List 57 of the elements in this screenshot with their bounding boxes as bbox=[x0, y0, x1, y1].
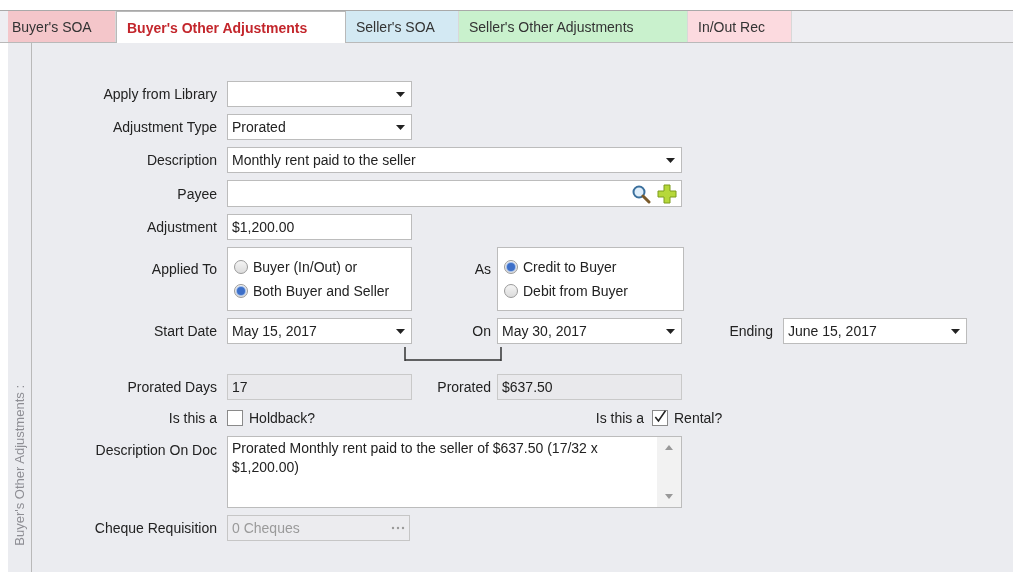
description-on-doc-field[interactable]: Prorated Monthly rent paid to the seller of $637.50 (17/32 x $1,200.00) bbox=[227, 436, 682, 508]
caret-icon bbox=[666, 157, 675, 163]
scroll-up-arrow-icon[interactable] bbox=[665, 445, 673, 450]
field-label: Is this a bbox=[167, 410, 218, 426]
field-label: Description bbox=[145, 152, 218, 168]
tab[interactable]: Seller's Other Adjustments bbox=[459, 11, 688, 42]
payee-field[interactable] bbox=[227, 180, 682, 207]
field-label: Cheque Requisition bbox=[93, 520, 218, 536]
caret-icon bbox=[396, 124, 405, 130]
adjustment-field[interactable]: $1,200.00 bbox=[227, 214, 412, 240]
tab[interactable]: Seller's SOA bbox=[346, 11, 459, 42]
field-label: Payee bbox=[176, 185, 218, 202]
radio-button[interactable] bbox=[234, 284, 248, 298]
side-panel-label: Buyer's Other Adjustments : bbox=[12, 385, 27, 546]
dropdown-field[interactable]: May 15, 2017 bbox=[227, 318, 412, 344]
radio-label: Debit from Buyer bbox=[523, 283, 629, 299]
radio-button[interactable] bbox=[504, 260, 518, 274]
dropdown-field[interactable]: June 15, 2017 bbox=[783, 318, 967, 344]
checkbox[interactable] bbox=[227, 410, 243, 426]
scrollbar[interactable] bbox=[657, 437, 681, 507]
field-label: Start Date bbox=[152, 323, 218, 339]
dropdown-field[interactable]: Prorated bbox=[227, 114, 412, 140]
field-label: Prorated bbox=[436, 379, 492, 395]
field-label: Ending bbox=[728, 323, 774, 339]
field-label: Is this a bbox=[594, 410, 645, 426]
tab[interactable]: Buyer's SOA bbox=[8, 11, 116, 42]
caret-icon bbox=[951, 328, 960, 334]
dropdown-field[interactable] bbox=[227, 81, 412, 107]
prorated-amount-field: $637.50 bbox=[497, 374, 682, 400]
field-label: Adjustment bbox=[145, 219, 218, 235]
radio-label: Credit to Buyer bbox=[523, 259, 617, 275]
checkbox-label: Holdback? bbox=[249, 410, 316, 426]
field-label: Description On Doc bbox=[94, 441, 218, 458]
dropdown-field[interactable]: May 30, 2017 bbox=[497, 318, 682, 344]
tab[interactable]: In/Out Rec bbox=[688, 11, 792, 42]
radio-button[interactable] bbox=[504, 284, 518, 298]
caret-icon bbox=[396, 91, 405, 97]
field-label: As bbox=[473, 260, 492, 277]
checkbox[interactable] bbox=[652, 410, 668, 426]
caret-icon bbox=[396, 328, 405, 334]
field-label: Apply from Library bbox=[102, 86, 218, 102]
checkbox-label: Rental? bbox=[674, 410, 723, 426]
scroll-down-arrow-icon[interactable] bbox=[665, 494, 673, 499]
field-label: Applied To bbox=[150, 260, 218, 277]
field-label: Prorated Days bbox=[126, 379, 218, 395]
field-label: On bbox=[471, 323, 492, 339]
prorated-days-field: 17 bbox=[227, 374, 412, 400]
ellipsis-icon[interactable] bbox=[391, 526, 405, 530]
search-icon[interactable] bbox=[631, 183, 651, 204]
plus-icon[interactable] bbox=[657, 183, 677, 204]
radio-label: Buyer (In/Out) or bbox=[253, 259, 358, 275]
radio-button[interactable] bbox=[234, 260, 248, 274]
dropdown-field[interactable]: Monthly rent paid to the seller bbox=[227, 147, 682, 173]
tab[interactable]: Buyer's Other Adjustments bbox=[116, 11, 346, 43]
caret-icon bbox=[666, 328, 675, 334]
field-label: Adjustment Type bbox=[111, 119, 218, 135]
radio-label: Both Buyer and Seller bbox=[253, 283, 390, 299]
